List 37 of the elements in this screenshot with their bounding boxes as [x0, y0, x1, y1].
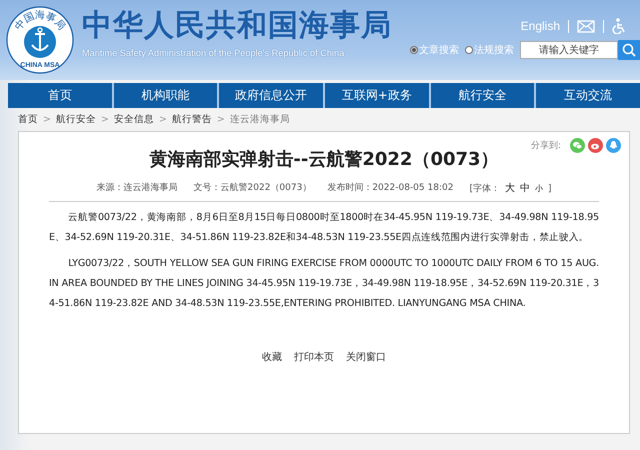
- search-field[interactable]: 请输入关键字: [520, 41, 618, 59]
- nav-tab[interactable]: 互动交流: [536, 83, 640, 108]
- nav-tab[interactable]: 航行安全: [430, 83, 534, 108]
- breadcrumb-separator: >: [216, 114, 225, 125]
- accessibility-icon[interactable]: [612, 18, 626, 34]
- nav-tab[interactable]: 政府信息公开: [219, 83, 323, 108]
- site-title: 中华人民共和国海事局: [82, 8, 392, 44]
- article-action-link[interactable]: 关闭窗口: [346, 350, 386, 364]
- breadcrumb-separator: >: [100, 114, 109, 125]
- breadcrumb-link[interactable]: 首页: [18, 113, 38, 126]
- font-size-option[interactable]: 小: [534, 183, 543, 194]
- article-meta: 发布时间：2022-08-05 18:02: [327, 182, 454, 195]
- breadcrumb-link[interactable]: 航行警告: [172, 113, 212, 126]
- bracket-text: ]: [548, 184, 552, 194]
- font-size-option[interactable]: 大: [504, 181, 515, 195]
- font-size-option[interactable]: 中: [520, 181, 530, 195]
- breadcrumb-separator: >: [158, 114, 167, 125]
- nav-tab[interactable]: 机构职能: [114, 83, 218, 108]
- article-action-link[interactable]: 打印本页: [294, 350, 334, 364]
- search-button[interactable]: [618, 40, 640, 60]
- breadcrumb-separator: >: [43, 114, 51, 125]
- site-subtitle: Maritime Safety Administration of the People's Republic of China: [82, 48, 346, 58]
- article-title: 黄海南部实弹射击--云航警2022（0073）: [149, 148, 499, 171]
- article-meta: 文号：云航警2022（0073）: [194, 182, 312, 195]
- breadcrumb-link[interactable]: 连云港海事局: [230, 113, 290, 126]
- nav-tab[interactable]: 首页: [8, 83, 112, 108]
- article-paragraph: LYG0073/22，SOUTH YELLOW SEA GUN FIRING EXERCISE FROM 0000UTC TO 1000UTC DAILY FROM 6 TO 15 AUG. IN AREA BOUNDED BY THE LINES JOINING 34-45.95N 119-19.73E，34-49.98N 119-18.95E，34-52.69N 119-20.31E，34-51.86N 119-23.82E AND 34-48.53N 119-23.55E,ENTERING PROHIBITED. LIANYUNGANG MSA CHINA.: [49, 257, 599, 311]
- article-paragraph: 云航警0073/22，黄海南部，8月6日至8月15日每日0800时至1800时在34-45.95N 119-19.73E、34-49.98N 119-18.95E、34-52.69N 119-20.31E、34-51.86N 119-23.82E和34-48.53N 119-23.55E四点连线范围内进行实弹射击，禁止驶入。: [49, 211, 599, 245]
- article-meta: 来源：连云港海事局: [96, 182, 178, 195]
- breadcrumb-link[interactable]: 安全信息: [114, 113, 154, 126]
- article-action-link[interactable]: 收藏: [262, 350, 282, 364]
- breadcrumb-link[interactable]: 航行安全: [56, 113, 96, 126]
- mail-icon[interactable]: [577, 20, 595, 32]
- nav-tab[interactable]: 互联网+政务: [324, 83, 429, 108]
- search-icon: [622, 43, 636, 57]
- share-label: 分享到:: [530, 140, 561, 152]
- font-size-label: [字体：: [469, 182, 500, 195]
